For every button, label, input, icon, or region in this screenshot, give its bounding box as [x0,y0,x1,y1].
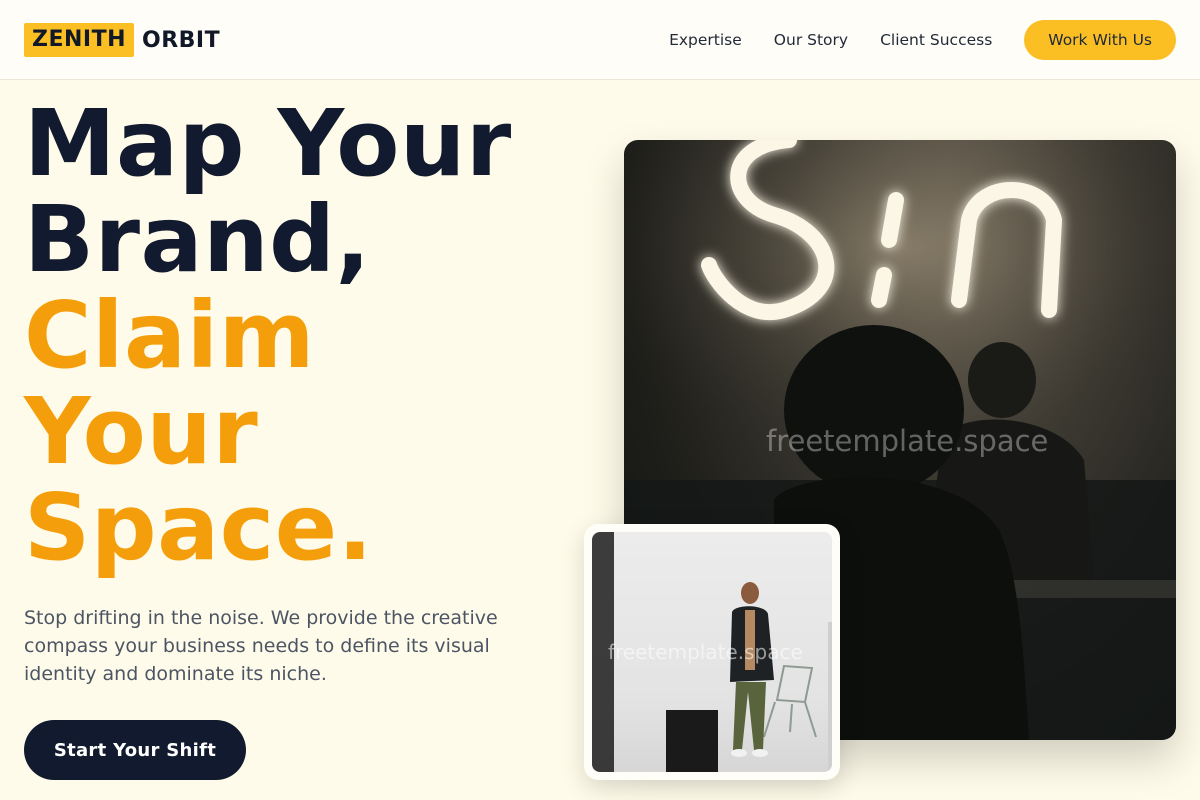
hero-subtitle: Stop drifting in the noise. We provide t… [24,607,498,685]
headline-line-4: Your [24,378,259,485]
main-nav: Expertise Our Story Client Success Work … [669,0,1176,80]
headline-line-3: Claim [24,282,316,389]
secondary-photo: freetemplate.space [592,532,832,772]
secondary-photo-watermark: freetemplate.space [608,640,803,664]
start-your-shift-button[interactable]: Start Your Shift [24,720,246,780]
logo[interactable]: ZENITH ORBIT [24,22,220,58]
secondary-photo-card: freetemplate.space [584,524,840,780]
hero-headline: Map Your Brand, Claim Your Space. [24,96,584,576]
main-photo-watermark: freetemplate.space [766,424,1049,458]
headline-line-5: Space. [24,474,374,581]
work-with-us-button[interactable]: Work With Us [1024,20,1176,60]
nav-link-our-story[interactable]: Our Story [774,31,848,49]
headline-line-2: Brand, [24,186,371,293]
nav-link-expertise[interactable]: Expertise [669,31,742,49]
logo-highlight: ZENITH [24,23,134,57]
nav-link-client-success[interactable]: Client Success [880,31,992,49]
logo-word: ORBIT [142,27,221,53]
site-header: ZENITH ORBIT Expertise Our Story Client … [0,0,1200,80]
headline-line-1: Map Your [24,90,512,197]
